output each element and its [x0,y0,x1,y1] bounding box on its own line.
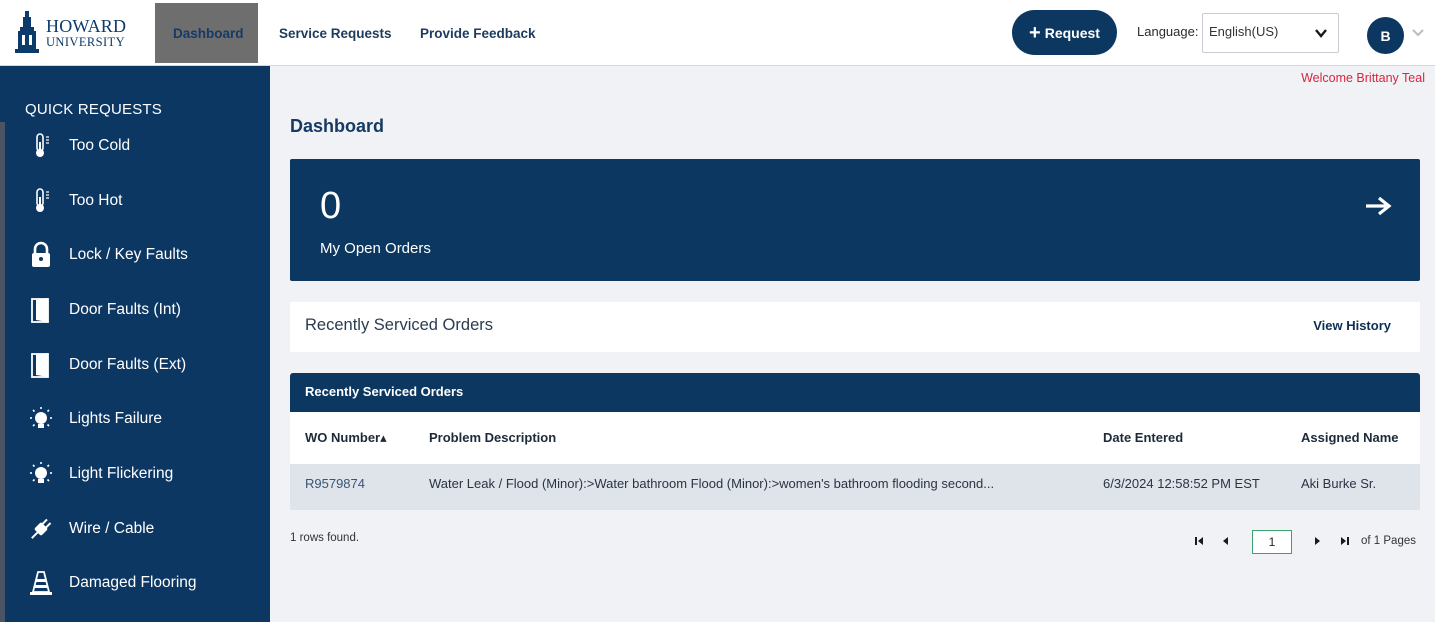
column-header-assigned-name[interactable]: Assigned Name [1301,430,1399,445]
recent-orders-grid: Recently Serviced Orders WO Number▴ Prob… [290,373,1420,510]
user-menu-chevron-icon[interactable] [1411,27,1425,39]
view-history-link[interactable]: View History [1313,318,1391,333]
cell-wo-number[interactable]: R9579874 [305,476,365,491]
quick-request-too-cold[interactable]: Too Cold [24,126,264,166]
cone-icon [24,566,58,600]
language-select[interactable]: English(US) [1202,13,1339,53]
quick-request-door-int[interactable]: Door Faults (Int) [24,290,264,330]
door-icon [24,293,58,327]
quick-requests-title: QUICK REQUESTS [25,101,162,118]
grid-title: Recently Serviced Orders [305,384,464,399]
arrow-right-icon[interactable] [1364,195,1392,217]
welcome-message: Welcome Brittany Teal [1301,71,1425,85]
quick-request-label: Too Hot [69,192,123,209]
lightbulb-icon [24,457,58,491]
tower-icon [15,11,39,53]
quick-request-wire-cable[interactable]: Wire / Cable [24,509,264,549]
first-page-icon[interactable] [1194,536,1204,546]
howard-logo[interactable]: HOWARD UNIVERSITY [14,10,134,56]
quick-request-light-flickering[interactable]: Light Flickering [24,454,264,494]
cell-date-entered: 6/3/2024 12:58:52 PM EST [1103,476,1260,491]
quick-request-damaged-flooring[interactable]: Damaged Flooring [24,563,264,603]
open-orders-count: 0 [320,185,342,227]
language-value: English(US) [1209,24,1279,39]
quick-request-label: Wire / Cable [69,520,155,537]
new-request-button[interactable]: + Request [1012,10,1117,55]
rows-found-text: 1 rows found. [290,532,360,544]
logo-line2: UNIVERSITY [46,35,125,50]
door-icon [24,348,58,382]
quick-request-label: Too Cold [69,137,131,154]
thermometer-icon [24,129,58,163]
open-orders-card[interactable]: 0 My Open Orders [290,159,1420,281]
next-page-icon[interactable] [1312,536,1322,546]
top-bar: HOWARD UNIVERSITY Dashboard Service Requ… [0,0,1435,66]
chevron-down-icon [1315,29,1327,38]
cell-problem-description: Water Leak / Flood (Minor):>Water bathro… [429,476,995,491]
recent-orders-title: Recently Serviced Orders [305,316,493,334]
quick-request-lights-failure[interactable]: Lights Failure [24,399,264,439]
cell-assigned-name: Aki Burke Sr. [1301,476,1377,491]
lightbulb-icon [24,402,58,436]
quick-request-label: Light Flickering [69,465,174,482]
request-button-label: Request [1044,24,1100,41]
column-header-problem-description[interactable]: Problem Description [429,430,556,445]
quick-request-label: Door Faults (Ext) [69,356,187,373]
nav-dashboard[interactable]: Dashboard [155,3,258,63]
last-page-icon[interactable] [1340,536,1350,546]
quick-request-too-hot[interactable]: Too Hot [24,181,264,221]
quick-request-label: Lock / Key Faults [69,246,188,263]
quick-request-label: Door Faults (Int) [69,301,181,318]
open-orders-label: My Open Orders [320,240,431,257]
sidebar-scrollbar[interactable] [0,122,5,622]
previous-page-icon[interactable] [1221,536,1231,546]
quick-request-label: Damaged Flooring [69,574,197,591]
logo-line1: HOWARD [46,16,127,37]
recent-orders-header: Recently Serviced Orders View History [290,302,1420,352]
quick-request-door-ext[interactable]: Door Faults (Ext) [24,345,264,385]
page-number-input[interactable]: 1 [1252,530,1292,554]
quick-request-lock-key[interactable]: Lock / Key Faults [24,235,264,275]
avatar[interactable]: B [1367,17,1404,54]
lock-icon [24,238,58,272]
quick-request-label: Lights Failure [69,410,163,427]
language-label: Language: [1137,24,1199,39]
plug-icon [24,512,58,546]
page-count-label: of 1 Pages [1361,535,1416,547]
column-header-date-entered[interactable]: Date Entered [1103,430,1183,445]
grid-title-bar: Recently Serviced Orders [290,373,1420,412]
page-title: Dashboard [290,116,385,136]
thermometer-icon [24,184,58,218]
nav-provide-feedback[interactable]: Provide Feedback [402,3,554,63]
column-header-wo-number[interactable]: WO Number▴ [305,430,387,446]
nav-service-requests[interactable]: Service Requests [261,3,410,63]
plus-icon: + [1029,21,1041,44]
